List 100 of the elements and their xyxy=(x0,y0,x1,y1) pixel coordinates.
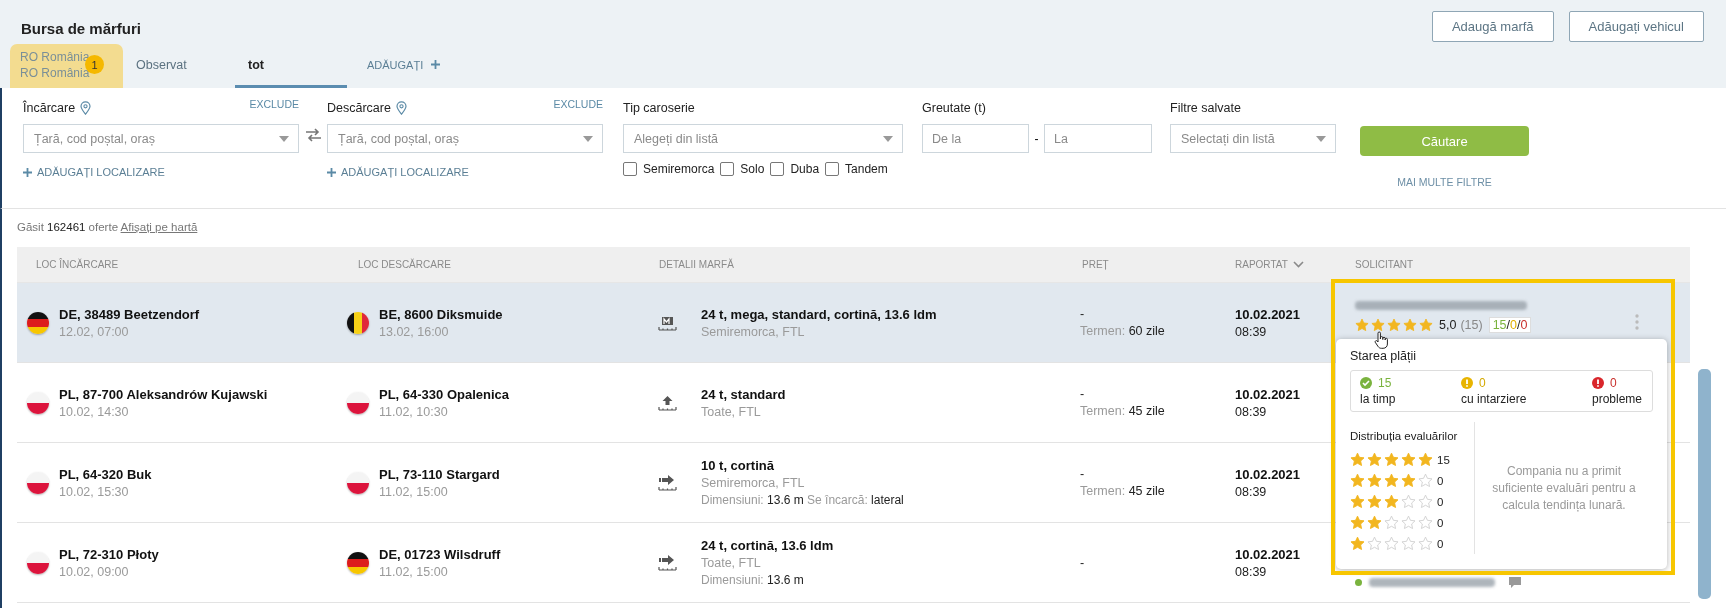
error-circle-icon xyxy=(1591,377,1604,389)
place-date: 11.02, 15:00 xyxy=(379,484,449,499)
field-label: Descărcare xyxy=(327,101,391,115)
location-dropdown[interactable]: Țară, cod poștal, oraș xyxy=(327,124,603,153)
field-label: Încărcare xyxy=(23,101,76,115)
weight-to-field[interactable]: La xyxy=(1044,124,1152,153)
cargo-type-icon xyxy=(658,394,677,411)
checkbox[interactable] xyxy=(770,162,785,176)
empty-star-icon xyxy=(1418,473,1433,488)
place-name: PL, 64-330 Opalenica xyxy=(379,386,510,402)
swap-icon[interactable] xyxy=(306,128,321,142)
checkbox[interactable] xyxy=(825,162,840,176)
cargo-type-icon xyxy=(658,314,677,331)
add-location-link[interactable]: ADĂUGAȚI LOCALIZARE xyxy=(327,166,469,178)
flag-icon xyxy=(347,471,369,494)
flag-icon xyxy=(347,391,369,414)
cargo-title: 24 t, standard xyxy=(701,386,786,402)
star-icon xyxy=(1371,318,1385,332)
page-title: Bursa de mărfuri xyxy=(21,20,142,39)
place-name: BE, 8600 Diksmuide xyxy=(379,306,503,322)
add-tab[interactable]: ADĂUGAȚI xyxy=(347,44,459,88)
empty-star-icon xyxy=(1418,536,1433,551)
add-vehicle-button[interactable]: Adăugați vehicul xyxy=(1568,11,1704,42)
exclude-link[interactable]: EXCLUDE xyxy=(249,98,299,110)
caret-icon xyxy=(583,136,593,142)
rating-value: 5,0 xyxy=(1439,318,1457,332)
payment-count: 0 xyxy=(1609,376,1617,390)
reported-date: 10.02.2021 xyxy=(1235,466,1301,482)
cargo-type-icon xyxy=(658,554,677,571)
reported-time: 08:39 xyxy=(1235,564,1268,579)
cargo-subtitle: Semiremorca, FTL xyxy=(701,476,806,490)
payment-term: Termen: 45 zile xyxy=(1080,484,1165,498)
add-location-link[interactable]: ADĂUGAȚI LOCALIZARE xyxy=(23,166,165,178)
rating-count: 0 xyxy=(1437,474,1444,487)
payment-count: 15 xyxy=(1378,376,1392,390)
add-cargo-button[interactable]: Adaugă marfă xyxy=(1431,11,1554,42)
star-icon xyxy=(1419,318,1433,332)
checkbox[interactable] xyxy=(623,162,637,176)
cargo-title: 10 t, cortină xyxy=(701,458,775,473)
star-icon xyxy=(1401,473,1416,488)
rating-stars[interactable] xyxy=(1355,318,1433,332)
payment-summary: 15/0/0 xyxy=(1488,317,1532,333)
field-label: Greutate (t) xyxy=(922,101,986,115)
results-summary: Găsit 162461 oferte Afișați pe hartă xyxy=(17,221,198,233)
star-icon xyxy=(1355,318,1369,332)
empty-star-icon xyxy=(1384,515,1399,530)
reported-date: 10.02.2021 xyxy=(1235,546,1301,562)
tab[interactable]: Observat xyxy=(123,44,235,88)
show-on-map-link[interactable]: Afișați pe hartă xyxy=(120,221,198,233)
checkbox-option[interactable]: Duba xyxy=(770,162,820,176)
column-header[interactable]: RAPORTAT xyxy=(1230,247,1350,282)
plus-icon xyxy=(431,60,441,69)
weight-from-field[interactable]: De la xyxy=(922,124,1029,153)
cargo-details: Dimensiuni: 13.6 m xyxy=(701,573,805,587)
cargo-subtitle: Toate, FTL xyxy=(701,404,762,419)
checkbox-option[interactable]: Solo xyxy=(720,162,765,176)
scrollbar-thumb[interactable] xyxy=(1698,369,1711,599)
price-value: - xyxy=(1080,467,1086,481)
place-name: PL, 64-320 Buk xyxy=(59,466,152,482)
review-count: (15) xyxy=(1460,318,1483,332)
chat-icon[interactable] xyxy=(1508,575,1522,589)
flag-icon xyxy=(27,311,49,334)
warning-circle-icon xyxy=(1460,377,1473,389)
caret-icon xyxy=(1316,136,1326,142)
place-date: 11.02, 10:30 xyxy=(379,404,449,419)
saved-filters-dropdown[interactable]: Selectați din listă xyxy=(1170,124,1336,153)
price-value: - xyxy=(1080,387,1086,401)
star-icon xyxy=(1350,473,1365,488)
cargo-subtitle: Toate, FTL xyxy=(701,556,762,570)
star-icon xyxy=(1387,318,1401,332)
payment-label: probleme xyxy=(1591,392,1642,406)
empty-star-icon xyxy=(1401,536,1416,551)
column-header: SOLICITANT xyxy=(1354,258,1415,272)
body-type-dropdown[interactable]: Alegeți din listă xyxy=(623,124,903,153)
checkbox[interactable] xyxy=(720,162,735,176)
cargo-type-icon xyxy=(658,474,677,491)
empty-star-icon xyxy=(1418,515,1433,530)
star-icon xyxy=(1384,473,1399,488)
star-icon xyxy=(1384,452,1399,467)
column-header: PREȚ xyxy=(1081,258,1110,272)
checkbox-option[interactable]: Tandem xyxy=(825,162,888,176)
column-header: LOC ÎNCĂRCARE xyxy=(35,257,120,272)
rating-count: 0 xyxy=(1437,495,1444,508)
plus-icon xyxy=(23,167,32,177)
payment-count: 0 xyxy=(1478,376,1486,390)
checkbox-option[interactable]: Semiremorca xyxy=(623,162,715,176)
rating-count: 0 xyxy=(1437,537,1444,550)
reported-time: 08:39 xyxy=(1235,324,1268,339)
tab[interactable]: tot xyxy=(235,44,347,88)
exclude-link[interactable]: EXCLUDE xyxy=(553,98,603,110)
location-pin-icon xyxy=(395,101,407,115)
location-dropdown[interactable]: Țară, cod poștal, oraș xyxy=(23,124,299,153)
reported-date: 10.02.2021 xyxy=(1235,306,1301,322)
reported-time: 08:39 xyxy=(1235,404,1268,419)
reported-time: 08:39 xyxy=(1235,484,1268,499)
more-filters-link[interactable]: MAI MULTE FILTRE xyxy=(1397,176,1492,188)
place-name: PL, 73-110 Stargard xyxy=(379,466,500,482)
column-header: LOC DESCĂRCARE xyxy=(357,257,452,272)
star-icon xyxy=(1418,452,1433,467)
distribution-heading: Distribuția evaluărilor xyxy=(1350,430,1459,442)
